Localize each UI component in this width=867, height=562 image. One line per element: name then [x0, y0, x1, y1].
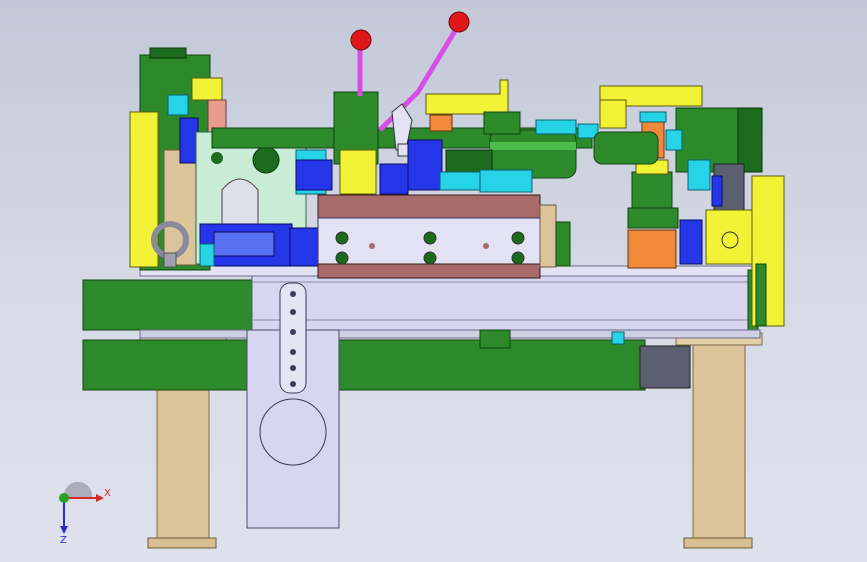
lower-base-dark-block [639, 345, 691, 389]
cylinder-cyan-cap [535, 119, 577, 135]
triad-z-label: Z [60, 535, 67, 546]
left-blue-part [179, 117, 199, 164]
triad-x-label: X [104, 488, 111, 499]
center-block-lower [317, 263, 541, 279]
orientation-triad[interactable]: X Z [59, 481, 111, 546]
right-green-cylinder [631, 171, 673, 213]
right-orange-block [627, 229, 677, 269]
right-yellow-box [705, 209, 753, 265]
left-cyan-part [167, 94, 189, 116]
base-strip-under [139, 329, 761, 339]
left-yellow-top [191, 77, 223, 101]
fixture-model[interactable]: X Z [0, 0, 867, 562]
left-salmon [207, 99, 227, 133]
left-leg-foot [147, 537, 217, 549]
yellow-arm [425, 79, 509, 115]
frame-window [221, 178, 259, 229]
left-handle-knob [350, 29, 372, 51]
under-plate-block [479, 329, 511, 349]
right-handle-knob [448, 11, 470, 33]
lower-base-beam [82, 339, 646, 391]
center-block-top [317, 194, 541, 220]
right-leg-foot [683, 537, 753, 549]
frame-hole [252, 146, 280, 174]
frame-blue-right [289, 227, 319, 267]
under-plate-cyan [611, 331, 625, 345]
upper-base-plate [82, 279, 259, 331]
right-green-nozzle [593, 131, 659, 165]
hanging-link [279, 282, 307, 394]
right-leg [692, 337, 746, 544]
mid-blue-block [295, 159, 333, 191]
cad-viewport[interactable]: X Z [0, 0, 867, 562]
triad-y-axis [59, 493, 69, 503]
